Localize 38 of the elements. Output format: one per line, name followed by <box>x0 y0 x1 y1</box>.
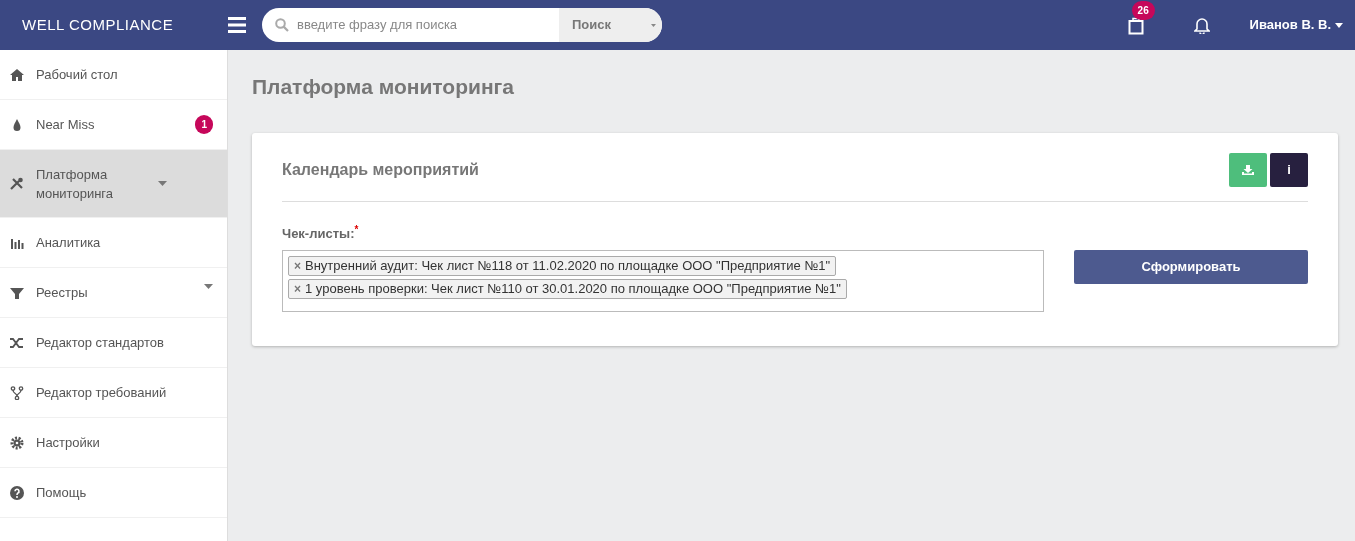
home-icon <box>10 67 24 82</box>
user-menu[interactable]: Иванов В. В. <box>1243 14 1349 36</box>
brand-name: WELL COMPLIANCE <box>21 14 175 35</box>
bell-icon[interactable] <box>1193 16 1210 34</box>
shuffle-icon <box>10 335 24 350</box>
search-icon <box>275 18 289 32</box>
checklist-tag: × 1 уровень проверки: Чек лист №110 от 30.01.2020 по площадке ООО "Предприятие №1" <box>288 279 847 299</box>
settings-icon <box>10 435 24 450</box>
sidebar-item[interactable]: Аналитика <box>0 218 227 268</box>
tools-icon <box>10 176 24 191</box>
download-icon <box>1242 165 1254 176</box>
sidebar-item[interactable]: Рабочий стол <box>0 50 227 100</box>
funnel-icon <box>10 285 24 300</box>
sidebar-item[interactable]: Реестры <box>0 268 227 318</box>
checklist-tag: × Внутренний аудит: Чек лист №118 от 11.02.2020 по площадке ООО "Предприятие №1" <box>288 256 837 276</box>
clipboard-icon[interactable] <box>1127 16 1144 35</box>
sidebar-item[interactable]: Редактор стандартов <box>0 318 227 368</box>
caret-icon <box>1335 22 1343 28</box>
info-button[interactable]: i <box>1270 153 1308 188</box>
search-field[interactable]: введите фразу для поиска Поиск <box>262 8 662 42</box>
generate-button[interactable]: Сформировать <box>1074 250 1308 284</box>
menu-icon[interactable] <box>228 17 246 33</box>
sidebar-item[interactable]: Помощь <box>0 468 227 518</box>
sidebar-item[interactable]: Платформа мониторинга <box>0 150 227 218</box>
remove-tag-button[interactable]: × <box>294 259 301 273</box>
sidebar-item[interactable]: Настройки <box>0 418 227 468</box>
help-icon <box>10 485 24 500</box>
notification-count: 26 <box>1131 1 1155 21</box>
checklists-field[interactable]: × Внутренний аудит: Чек лист №118 от 11.02.2020 по площадке ООО "Предприятие №1" × 1 уровень проверки: Чек лист №110 от 30.01.2020 по площадке ООО "Предприятие №1" <box>282 250 1044 312</box>
remove-tag-button[interactable]: × <box>294 282 301 296</box>
caret-icon <box>651 22 656 28</box>
page-title: Платформа мониторинга <box>252 74 515 100</box>
count-badge: 1 <box>195 115 213 134</box>
fork-icon <box>10 385 24 400</box>
sidebar-item[interactable]: Редактор требований <box>0 368 227 418</box>
search-scope-dropdown[interactable]: Поиск <box>559 8 662 42</box>
checklists-label: Чек-листы:$^{*}$ <box>282 223 360 244</box>
card-title: Календарь мероприятий <box>282 160 480 181</box>
